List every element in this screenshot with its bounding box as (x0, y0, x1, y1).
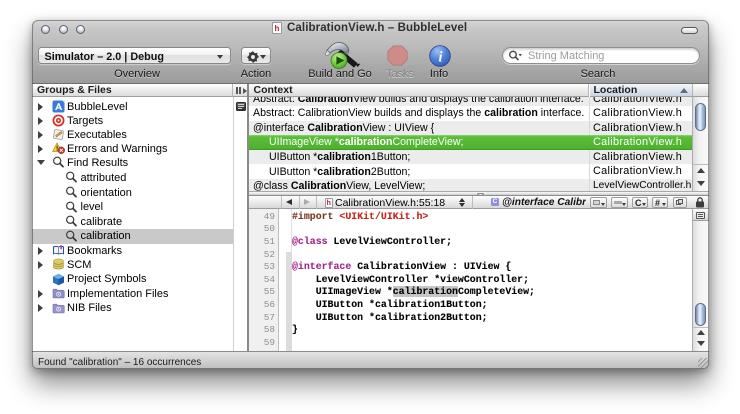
svg-text:i: i (438, 49, 442, 65)
